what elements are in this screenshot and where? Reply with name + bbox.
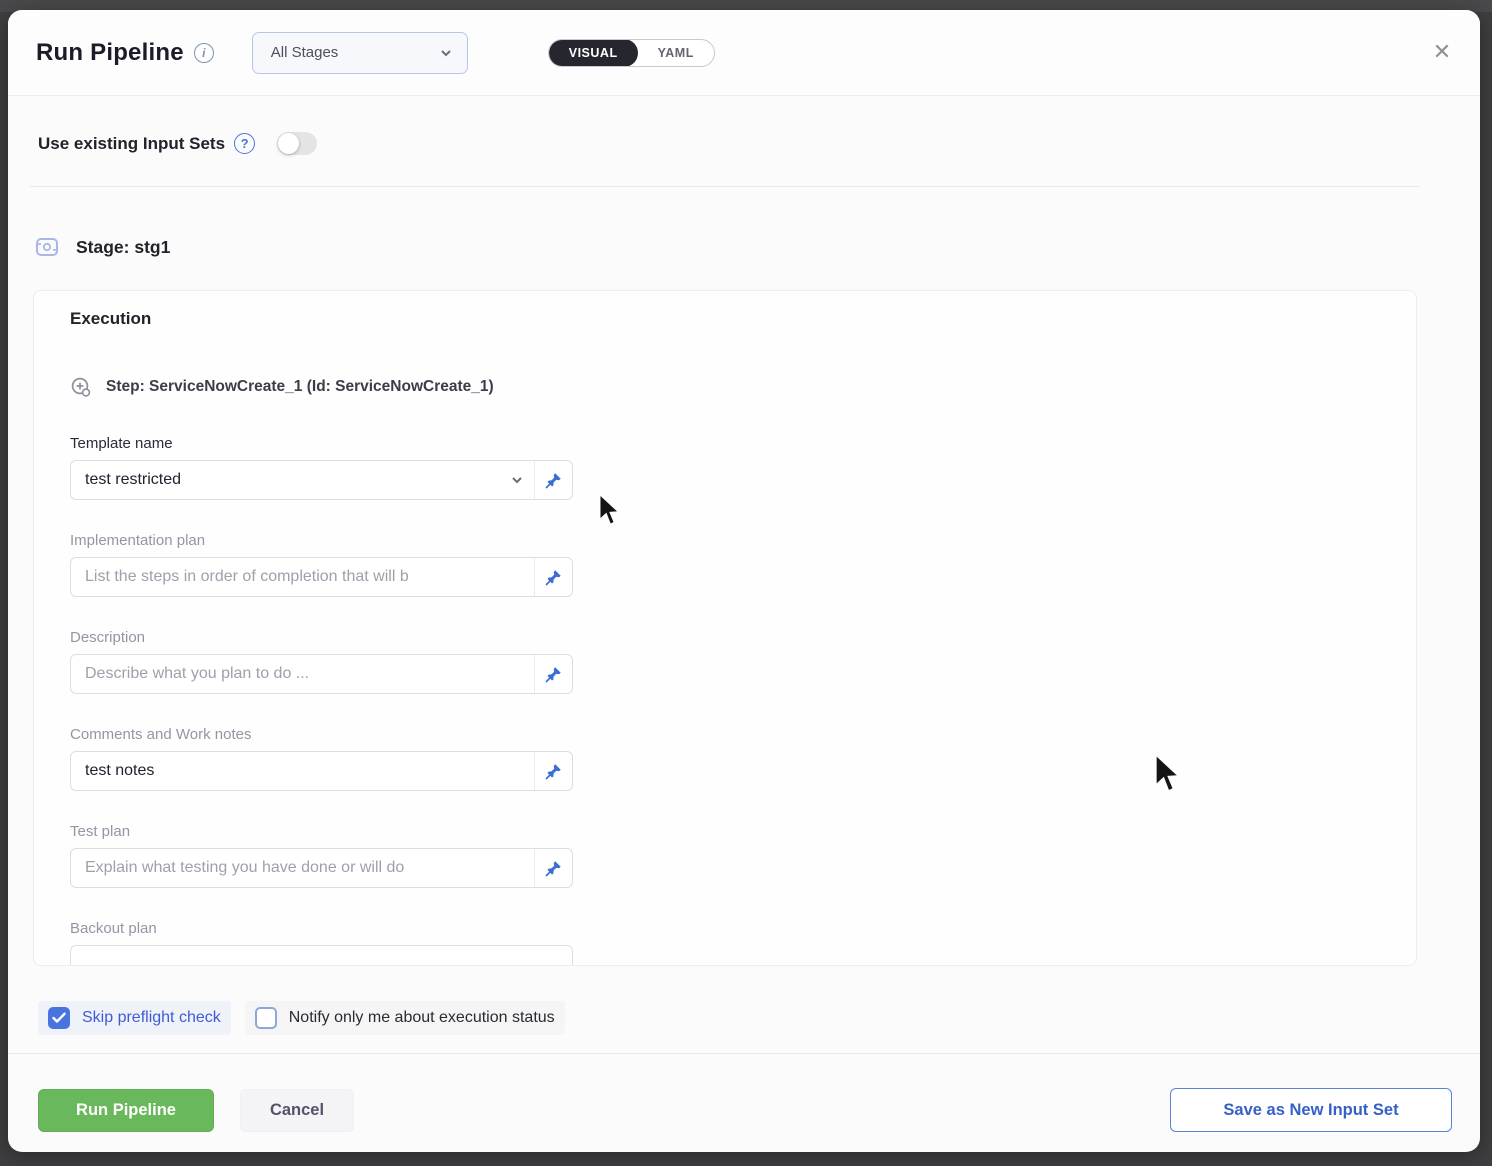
checkbox-checked-icon[interactable]: [48, 1007, 70, 1029]
options-row: Skip preflight check Notify only me abou…: [38, 1001, 565, 1035]
field-label: Backout plan: [70, 920, 1416, 937]
input-placeholder: Describe what you plan to do ...: [71, 665, 534, 683]
field-label: Template name: [70, 435, 1416, 452]
stage-selector-dropdown[interactable]: All Stages: [252, 32, 468, 74]
field-template-name: Template name test restricted: [70, 435, 1416, 500]
run-pipeline-button[interactable]: Run Pipeline: [38, 1089, 214, 1132]
test-plan-input[interactable]: Explain what testing you have done or wi…: [70, 848, 573, 888]
input-sets-toggle[interactable]: [277, 132, 317, 155]
footer-divider: [8, 1053, 1480, 1054]
modal-title: Run Pipeline: [36, 39, 184, 67]
stage-selector-value: All Stages: [271, 44, 439, 61]
step-row: Step: ServiceNowCreate_1 (Id: ServiceNow…: [70, 375, 1416, 399]
field-label: Comments and Work notes: [70, 726, 1416, 743]
pin-button[interactable]: [534, 558, 572, 596]
step-label: Step: ServiceNowCreate_1 (Id: ServiceNow…: [106, 378, 494, 396]
field-description: Description Describe what you plan to do…: [70, 629, 1416, 694]
visual-yaml-toggle: VISUAL YAML: [548, 39, 715, 67]
pin-icon: [545, 666, 562, 683]
field-backout-plan: Backout plan: [70, 920, 1416, 966]
step-create-icon: [70, 376, 92, 398]
pin-button[interactable]: [534, 655, 572, 693]
template-name-select[interactable]: test restricted: [70, 460, 573, 500]
modal-footer: Run Pipeline Cancel Save as New Input Se…: [38, 1088, 1452, 1132]
input-sets-row: Use existing Input Sets ?: [38, 132, 317, 155]
input-placeholder: List the steps in order of completion th…: [71, 568, 534, 586]
help-icon[interactable]: ?: [234, 133, 255, 154]
field-label: Description: [70, 629, 1416, 646]
field-comments-work-notes: Comments and Work notes test notes: [70, 726, 1416, 791]
modal-header: Run Pipeline i All Stages VISUAL YAML ✕: [8, 10, 1480, 96]
cancel-button[interactable]: Cancel: [240, 1089, 354, 1132]
stage-label: Stage: stg1: [76, 237, 170, 258]
execution-title: Execution: [70, 309, 1416, 329]
notify-me-checkbox[interactable]: Notify only me about execution status: [245, 1001, 565, 1035]
run-pipeline-modal: Run Pipeline i All Stages VISUAL YAML ✕ …: [8, 10, 1480, 1152]
field-label: Implementation plan: [70, 532, 1416, 549]
select-value: test restricted: [71, 471, 510, 489]
pin-icon: [545, 472, 562, 489]
check-icon: [52, 1012, 66, 1024]
backout-plan-input[interactable]: [70, 945, 573, 966]
checkbox-unchecked-icon[interactable]: [255, 1007, 277, 1029]
stage-icon: [34, 234, 60, 260]
stage-row: Stage: stg1: [34, 234, 170, 260]
execution-card: Execution Step: ServiceNowCreate_1 (Id: …: [33, 290, 1417, 966]
tab-visual[interactable]: VISUAL: [549, 39, 638, 67]
pin-icon: [545, 569, 562, 586]
toggle-knob: [278, 133, 299, 154]
field-implementation-plan: Implementation plan List the steps in or…: [70, 532, 1416, 597]
skip-preflight-label: Skip preflight check: [82, 1009, 221, 1027]
save-as-new-input-set-button[interactable]: Save as New Input Set: [1170, 1088, 1452, 1132]
pin-button[interactable]: [534, 752, 572, 790]
chevron-down-icon[interactable]: [510, 473, 524, 487]
tab-yaml[interactable]: YAML: [638, 39, 714, 67]
field-label: Test plan: [70, 823, 1416, 840]
pin-button[interactable]: [534, 849, 572, 887]
pin-icon: [545, 860, 562, 877]
notify-me-label: Notify only me about execution status: [289, 1009, 555, 1027]
field-test-plan: Test plan Explain what testing you have …: [70, 823, 1416, 888]
implementation-plan-input[interactable]: List the steps in order of completion th…: [70, 557, 573, 597]
close-icon[interactable]: ✕: [1428, 38, 1456, 66]
input-value: test notes: [71, 762, 534, 780]
input-placeholder: Explain what testing you have done or wi…: [71, 859, 534, 877]
chevron-down-icon: [439, 46, 453, 60]
section-divider: [30, 186, 1420, 187]
input-sets-label: Use existing Input Sets: [38, 134, 225, 154]
pin-button[interactable]: [534, 461, 572, 499]
comments-input[interactable]: test notes: [70, 751, 573, 791]
description-input[interactable]: Describe what you plan to do ...: [70, 654, 573, 694]
pin-icon: [545, 763, 562, 780]
skip-preflight-checkbox[interactable]: Skip preflight check: [38, 1001, 231, 1035]
info-icon[interactable]: i: [194, 43, 214, 63]
